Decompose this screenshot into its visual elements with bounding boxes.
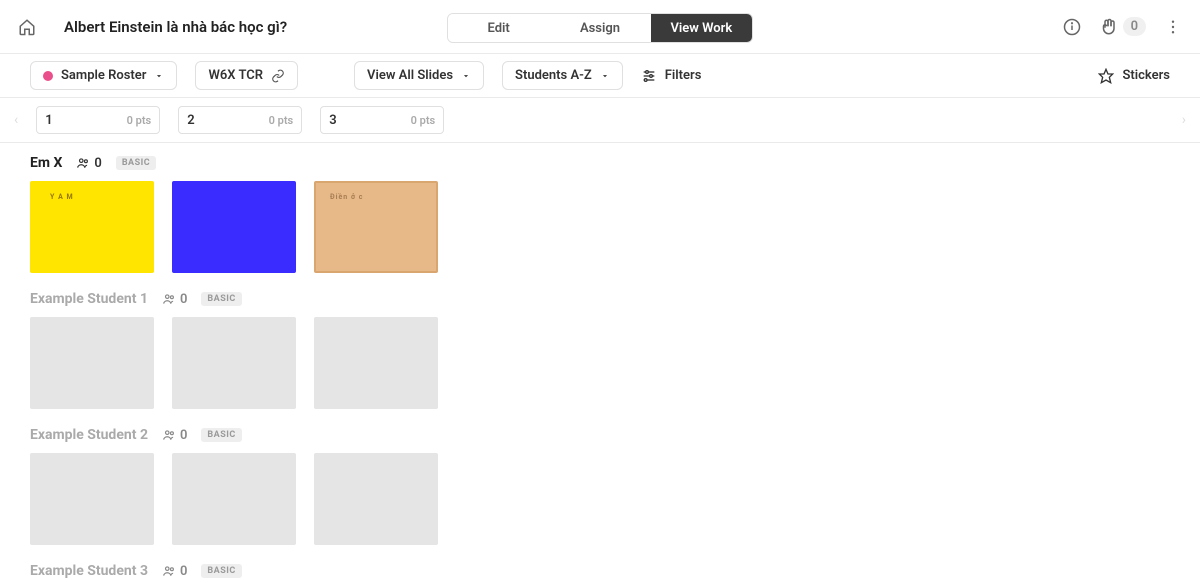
chevron-down-icon	[600, 71, 610, 81]
slides-row: Y A M Điền ở c	[30, 181, 1170, 273]
slide-thumbnail[interactable]	[172, 181, 296, 273]
tab-group: Edit Assign View Work	[447, 13, 753, 43]
page-title: Albert Einstein là nhà bác học gì?	[64, 18, 287, 36]
student-block: Example Student 3 0 BASIC	[30, 563, 1170, 578]
class-code-label: W6X TCR	[208, 68, 263, 83]
slide-number: 3	[329, 113, 336, 128]
toolbar: Sample Roster W6X TCR View All Slides St…	[0, 54, 1200, 98]
home-icon[interactable]	[18, 18, 36, 36]
filters-button[interactable]: Filters	[641, 68, 702, 84]
student-block: Em X 0 BASIC Y A M Điền ở c	[30, 155, 1170, 273]
people-icon	[162, 564, 176, 578]
slide-thumbnail[interactable]: Y A M	[30, 181, 154, 273]
topbar-right: 0	[1063, 17, 1182, 36]
roster-dot-icon	[43, 71, 53, 81]
star-icon	[1098, 68, 1114, 84]
slide-thumbnail[interactable]	[314, 317, 438, 409]
student-count: 0	[162, 292, 187, 307]
slides-row	[30, 453, 1170, 545]
roster-dropdown[interactable]: Sample Roster	[30, 61, 177, 90]
points-box[interactable]: 1 0 pts	[36, 106, 160, 134]
plan-badge: BASIC	[201, 428, 241, 442]
student-count: 0	[76, 156, 101, 171]
people-icon	[162, 292, 176, 306]
stickers-button[interactable]: Stickers	[1098, 68, 1170, 84]
tab-view-work[interactable]: View Work	[651, 14, 752, 42]
tab-assign[interactable]: Assign	[549, 14, 650, 42]
slide-thumbnail[interactable]	[30, 317, 154, 409]
hand-count: 0	[1123, 17, 1146, 36]
students-sort-dropdown[interactable]: Students A-Z	[502, 61, 623, 90]
class-code[interactable]: W6X TCR	[195, 61, 298, 90]
prev-arrow-icon[interactable]: ‹	[14, 112, 18, 128]
filters-label: Filters	[665, 68, 702, 83]
points-container: 1 0 pts 2 0 pts 3 0 pts	[36, 106, 444, 134]
student-header: Example Student 2 0 BASIC	[30, 427, 1170, 443]
slide-text: Điền ở c	[330, 193, 363, 201]
student-name[interactable]: Example Student 1	[30, 291, 148, 307]
student-count: 0	[162, 564, 187, 578]
student-block: Example Student 2 0 BASIC	[30, 427, 1170, 545]
slide-text: Y A M	[50, 193, 74, 201]
people-icon	[162, 428, 176, 442]
sliders-icon	[641, 68, 657, 84]
plan-badge: BASIC	[201, 564, 241, 578]
points-label: 0 pts	[411, 114, 436, 127]
student-count: 0	[162, 428, 187, 443]
people-icon	[76, 156, 90, 170]
points-row: ‹ 1 0 pts 2 0 pts 3 0 pts ›	[0, 98, 1200, 143]
points-box[interactable]: 3 0 pts	[320, 106, 444, 134]
student-block: Example Student 1 0 BASIC	[30, 291, 1170, 409]
link-icon	[271, 69, 285, 83]
slide-number: 2	[187, 113, 194, 128]
student-name[interactable]: Example Student 2	[30, 427, 148, 443]
slide-thumbnail[interactable]: Điền ở c	[314, 181, 438, 273]
hand-counter[interactable]: 0	[1099, 17, 1146, 36]
student-name[interactable]: Example Student 3	[30, 563, 148, 578]
more-icon[interactable]	[1164, 18, 1182, 36]
student-header: Em X 0 BASIC	[30, 155, 1170, 171]
chevron-down-icon	[461, 71, 471, 81]
stickers-label: Stickers	[1122, 68, 1170, 83]
info-icon[interactable]	[1063, 18, 1081, 36]
plan-badge: BASIC	[201, 292, 241, 306]
roster-label: Sample Roster	[61, 68, 146, 83]
topbar: Albert Einstein là nhà bác học gì? Edit …	[0, 0, 1200, 54]
slide-thumbnail[interactable]	[314, 453, 438, 545]
next-arrow-icon[interactable]: ›	[1182, 112, 1186, 128]
slide-thumbnail[interactable]	[172, 317, 296, 409]
view-slides-label: View All Slides	[367, 68, 453, 83]
slide-thumbnail[interactable]	[172, 453, 296, 545]
points-label: 0 pts	[127, 114, 152, 127]
student-header: Example Student 3 0 BASIC	[30, 563, 1170, 578]
chevron-down-icon	[154, 71, 164, 81]
slide-thumbnail[interactable]	[30, 453, 154, 545]
tab-edit[interactable]: Edit	[448, 14, 549, 42]
content-area: Em X 0 BASIC Y A M Điền ở c Example Student 1…	[0, 143, 1200, 578]
slides-row	[30, 317, 1170, 409]
hand-icon	[1099, 18, 1117, 36]
plan-badge: BASIC	[116, 156, 156, 170]
students-sort-label: Students A-Z	[515, 68, 592, 83]
points-box[interactable]: 2 0 pts	[178, 106, 302, 134]
points-label: 0 pts	[269, 114, 294, 127]
student-header: Example Student 1 0 BASIC	[30, 291, 1170, 307]
view-slides-dropdown[interactable]: View All Slides	[354, 61, 484, 90]
student-name[interactable]: Em X	[30, 155, 62, 171]
slide-number: 1	[45, 113, 52, 128]
